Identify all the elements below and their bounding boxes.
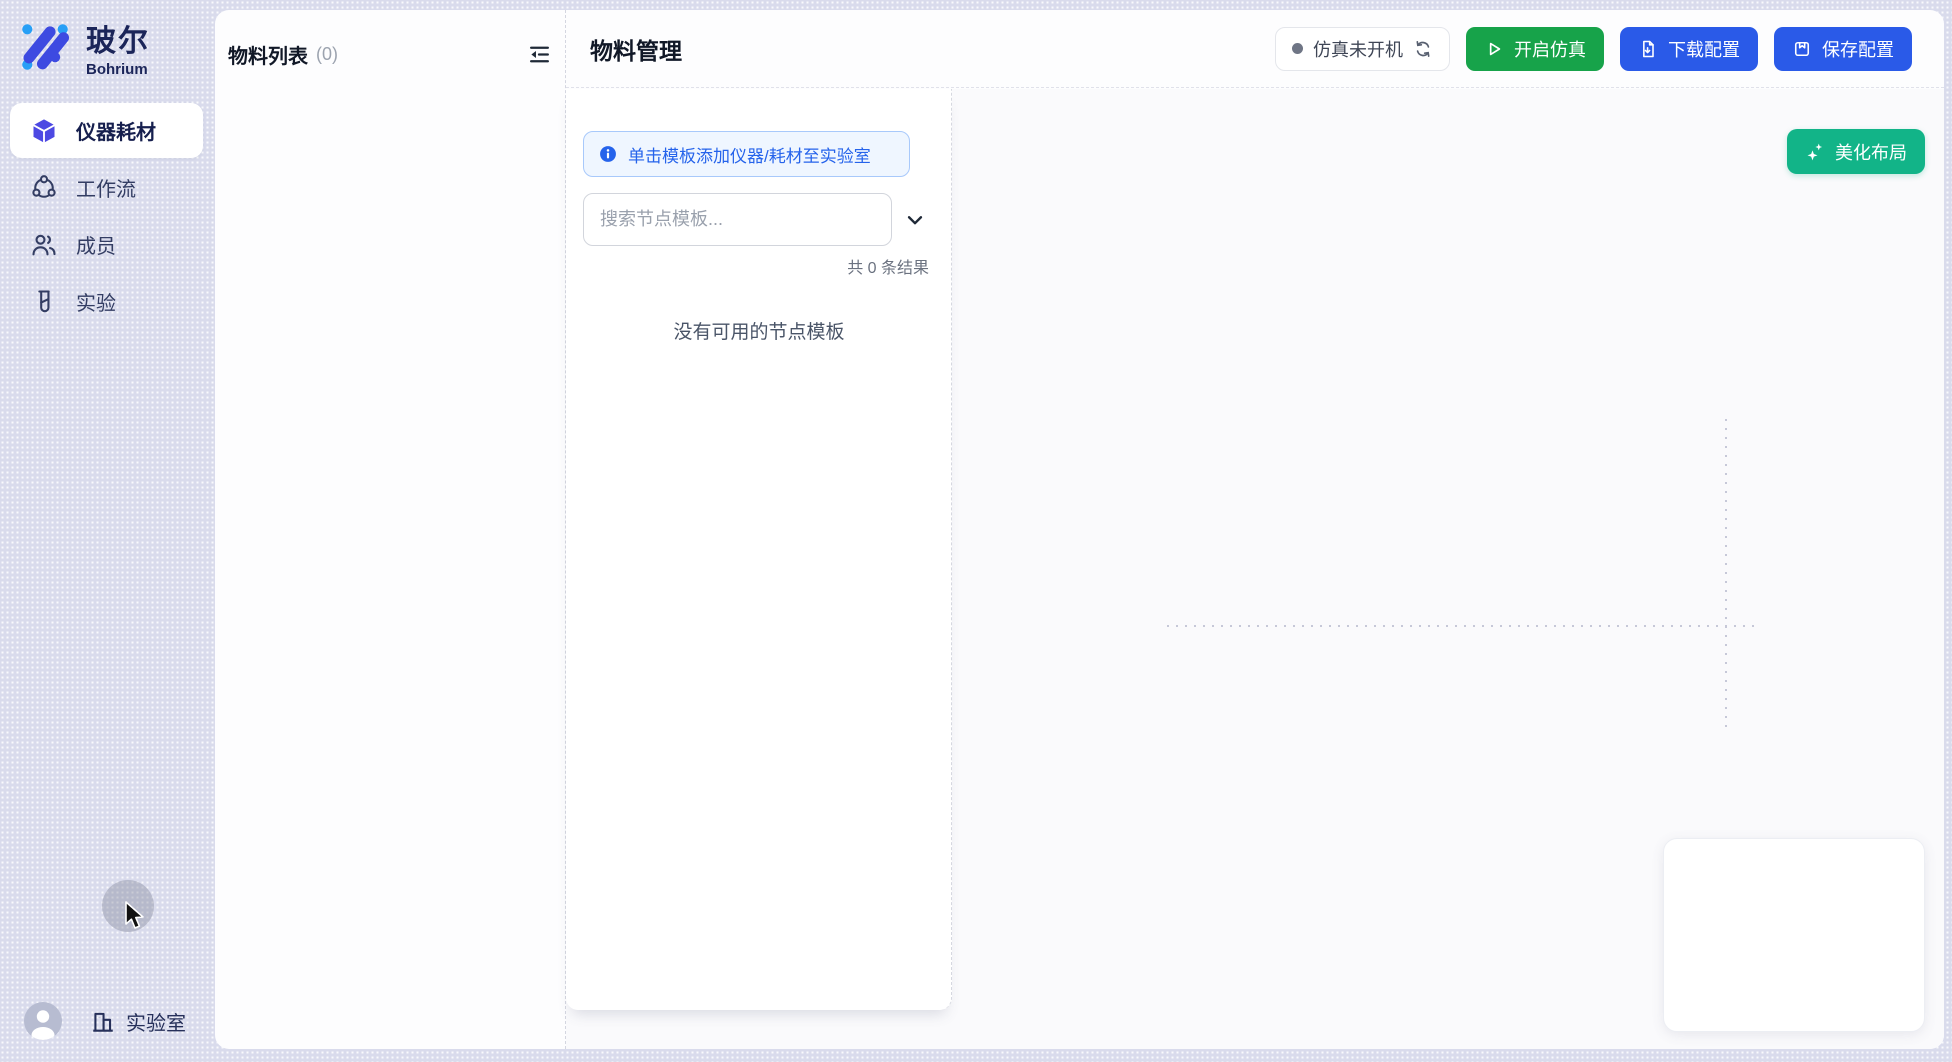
user-avatar[interactable] <box>24 1002 62 1040</box>
canvas-guide-line-horizontal <box>1167 625 1757 627</box>
info-icon <box>598 144 618 164</box>
page-title: 物料管理 <box>590 32 682 66</box>
members-icon <box>30 231 58 259</box>
play-icon <box>1484 39 1504 59</box>
sparkles-icon <box>1805 142 1825 162</box>
sidebar-menu: 仪器耗材 工作流 成员 <box>10 103 203 329</box>
info-banner: 单击模板添加仪器/耗材至实验室 <box>583 131 910 177</box>
save-icon <box>1792 39 1812 59</box>
material-list-title: 物料列表 <box>228 40 308 69</box>
beautify-layout-button[interactable]: 美化布局 <box>1787 129 1925 174</box>
chevron-down-icon[interactable] <box>904 209 926 231</box>
building-icon <box>90 1009 116 1035</box>
main-header: 物料管理 仿真未开机 <box>566 10 1944 88</box>
sidebar-item-label: 仪器耗材 <box>76 116 156 145</box>
start-simulation-button[interactable]: 开启仿真 <box>1466 27 1604 71</box>
sidebar-item-members[interactable]: 成员 <box>10 217 203 272</box>
file-download-icon <box>1638 39 1658 59</box>
simulation-status-label: 仿真未开机 <box>1313 36 1403 62</box>
material-list-panel: 物料列表 (0) <box>215 10 565 1049</box>
lab-entry-label: 实验室 <box>126 1007 186 1036</box>
mouse-cursor <box>124 901 150 931</box>
brand-subtitle: Bohrium <box>86 61 150 78</box>
workflow-icon <box>30 174 58 202</box>
sidebar-item-label: 成员 <box>76 230 116 259</box>
canvas-guide-line-vertical <box>1725 419 1727 727</box>
collapse-panel-icon[interactable] <box>527 42 552 67</box>
download-config-button[interactable]: 下载配置 <box>1620 27 1758 71</box>
status-dot-icon <box>1292 43 1303 54</box>
save-config-button[interactable]: 保存配置 <box>1774 27 1912 71</box>
brand-title: 玻尔 <box>86 16 150 60</box>
lab-entry[interactable]: 实验室 <box>90 1007 186 1036</box>
sidebar-item-label: 实验 <box>76 287 116 316</box>
cube-icon <box>30 117 58 145</box>
sidebar-item-instruments[interactable]: 仪器耗材 <box>10 103 203 158</box>
sidebar: 玻尔 Bohrium 仪器耗材 工作流 <box>0 0 215 1062</box>
empty-state-text: 没有可用的节点模板 <box>566 317 952 344</box>
brand: 玻尔 Bohrium <box>18 16 150 78</box>
canvas-minimap[interactable] <box>1663 838 1925 1032</box>
node-template-panel: 单击模板添加仪器/耗材至实验室 共 0 条结果 没有可用的节点模板 <box>566 89 952 1010</box>
bohrium-logo-icon <box>18 20 72 74</box>
flow-canvas[interactable]: 单击模板添加仪器/耗材至实验室 共 0 条结果 没有可用的节点模板 美化布局 <box>566 89 1944 1049</box>
sidebar-item-experiments[interactable]: 实验 <box>10 274 203 329</box>
refresh-icon[interactable] <box>1413 39 1433 59</box>
material-list-count: (0) <box>316 44 338 65</box>
result-count: 共 0 条结果 <box>847 254 929 278</box>
content-card: 物料列表 (0) 物料管理 仿真未开机 <box>215 10 1944 1049</box>
sidebar-item-label: 工作流 <box>76 173 136 202</box>
info-banner-text: 单击模板添加仪器/耗材至实验室 <box>628 142 871 167</box>
simulation-status-pill[interactable]: 仿真未开机 <box>1275 27 1450 71</box>
search-template-input[interactable] <box>583 193 892 246</box>
sidebar-item-workflow[interactable]: 工作流 <box>10 160 203 215</box>
experiment-icon <box>30 288 58 316</box>
